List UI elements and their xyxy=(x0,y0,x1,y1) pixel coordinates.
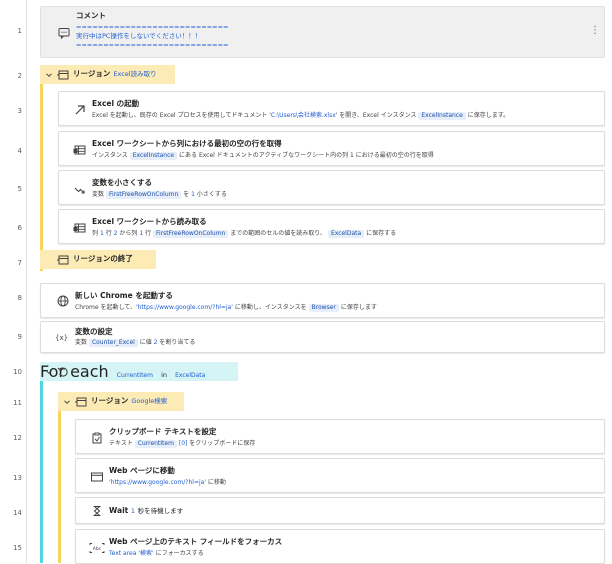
action-focus-text-field[interactable]: Abc Web ページ上のテキスト フィールドをフォーカス Text area … xyxy=(75,529,605,564)
action-go-to-web-page[interactable]: Web ページに移動 'https://www.google.com/?hl=j… xyxy=(75,458,605,493)
variable-chip[interactable]: Browser xyxy=(308,304,339,312)
variable-chip[interactable]: Counter_Excel xyxy=(88,339,138,347)
action-title: Excel の起動 xyxy=(92,99,140,108)
loop-bar xyxy=(40,362,43,563)
variable-chip[interactable]: ExcelInstance xyxy=(129,152,178,160)
excel-sheet-icon xyxy=(73,221,87,235)
action-description: インスタンス ExcelInstance にある Excel ドキュメントのアク… xyxy=(92,152,434,160)
line-number: 4 xyxy=(17,147,22,155)
action-description: Chrome を起動して、'https://www.google.com/?hl… xyxy=(75,304,377,312)
line-number: 3 xyxy=(17,107,22,115)
loop-icon xyxy=(56,365,70,379)
line-number: 11 xyxy=(13,399,22,407)
action-description: 列 1 行 2 から列 1 行 FirstFreeRowOnColumn までの… xyxy=(92,230,397,238)
region-name: Google検索 xyxy=(131,397,168,405)
loop-for-each[interactable]: For each CurrentItem in ExcelData xyxy=(40,362,238,381)
action-title: クリップボード テキストを設定 xyxy=(109,427,217,436)
action-read-worksheet[interactable]: Excel ワークシートから読み取る 列 1 行 2 から列 1 行 First… xyxy=(58,209,605,244)
variable-icon: {x} xyxy=(55,334,69,342)
globe-icon xyxy=(56,294,70,308)
comment-line-2: 実行中はPC操作をしないでください！！！ xyxy=(76,32,202,40)
action-excel-launch[interactable]: Excel の起動 Excel を起動し、既存の Excel プロセスを使用して… xyxy=(58,91,605,126)
action-title: 新しい Chrome を起動する xyxy=(75,291,173,300)
action-title: Web ページに移動 xyxy=(109,466,175,475)
svg-text:Abc: Abc xyxy=(93,546,102,552)
comment-line-1: ============================ xyxy=(76,23,229,31)
text-field-icon: Abc xyxy=(89,541,105,555)
chevron-down-icon[interactable] xyxy=(45,71,53,79)
action-set-variable[interactable]: {x} 変数の設定 変数 Counter_Excel に値 2 を割り当てる xyxy=(40,321,605,353)
action-set-clipboard[interactable]: クリップボード テキストを設定 テキスト CurrentItem [0] をクリ… xyxy=(75,419,605,454)
action-title: Excel ワークシートから列における最初の空の行を取得 xyxy=(92,139,282,148)
region-icon xyxy=(74,395,88,409)
region-bar xyxy=(58,392,61,563)
line-number: 6 xyxy=(17,224,22,232)
line-number: 2 xyxy=(17,72,22,80)
line-number: 14 xyxy=(13,509,22,517)
action-wait[interactable]: Wait 1 秒を待機します xyxy=(75,497,605,524)
action-description: テキスト CurrentItem [0] をクリップボードに保存 xyxy=(109,440,256,448)
variable-chip[interactable]: CurrentItem xyxy=(114,372,156,380)
variable-chip[interactable]: ExcelData xyxy=(172,372,208,380)
line-number: 5 xyxy=(17,185,22,193)
line-number: 12 xyxy=(13,434,22,442)
browser-window-icon xyxy=(90,470,104,484)
comment-title: コメント xyxy=(76,11,106,20)
action-title: Web ページ上のテキスト フィールドをフォーカス xyxy=(109,537,283,546)
line-number: 1 xyxy=(17,27,22,35)
region-end-label: リージョンの終了 xyxy=(73,254,133,263)
region-header-google[interactable]: リージョン Google検索 xyxy=(58,392,184,411)
region-header-excel[interactable]: リージョン Excel読み取り xyxy=(40,65,175,84)
variable-chip[interactable]: FirstFreeRowOnColumn xyxy=(105,191,182,199)
comment-action[interactable]: コメント ============================ 実行中はPC… xyxy=(40,6,605,58)
action-title: Excel ワークシートから読み取る xyxy=(92,217,207,226)
action-title: 変数を小さくする xyxy=(92,178,152,187)
line-number: 8 xyxy=(17,294,22,302)
more-options-icon[interactable]: ⋮ xyxy=(590,26,600,36)
region-name: Excel読み取り xyxy=(113,70,157,78)
line-number: 9 xyxy=(17,333,22,341)
line-number: 13 xyxy=(13,474,22,482)
trend-down-icon xyxy=(73,183,87,197)
chevron-down-icon[interactable] xyxy=(45,368,53,376)
line-number: 7 xyxy=(17,259,22,267)
excel-sheet-icon xyxy=(73,143,87,157)
comment-line-3: ============================ xyxy=(76,41,229,49)
variable-chip[interactable]: ExcelInstance xyxy=(418,112,466,120)
region-icon xyxy=(56,253,70,267)
line-number-gutter: 1 2 3 4 5 6 7 8 9 10 11 12 13 14 15 xyxy=(0,0,27,563)
region-keyword: リージョン xyxy=(73,69,111,78)
region-icon xyxy=(56,68,70,82)
action-description: Text area '検索' にフォーカスする xyxy=(109,550,204,557)
hourglass-icon xyxy=(90,504,104,518)
clipboard-icon xyxy=(90,431,104,445)
variable-chip[interactable]: CurrentItem xyxy=(134,440,177,448)
region-end[interactable]: リージョンの終了 xyxy=(40,250,156,269)
comment-icon xyxy=(57,26,71,40)
action-description: 変数 FirstFreeRowOnColumn を 1 小さくする xyxy=(92,191,227,199)
action-launch-chrome[interactable]: 新しい Chrome を起動する Chrome を起動して、'https://w… xyxy=(40,283,605,318)
variable-chip[interactable]: FirstFreeRowOnColumn xyxy=(153,230,229,238)
region-keyword: リージョン xyxy=(91,396,129,405)
line-number: 15 xyxy=(13,544,22,552)
line-number: 10 xyxy=(13,368,22,376)
action-decrease-variable[interactable]: 変数を小さくする 変数 FirstFreeRowOnColumn を 1 小さく… xyxy=(58,170,605,205)
action-title: Wait 1 秒を待機します xyxy=(109,506,184,515)
action-title: 変数の設定 xyxy=(75,327,113,336)
action-description: 変数 Counter_Excel に値 2 を割り当てる xyxy=(75,339,196,347)
action-get-first-free-row[interactable]: Excel ワークシートから列における最初の空の行を取得 インスタンス Exce… xyxy=(58,131,605,166)
arrow-up-right-icon xyxy=(73,103,87,117)
chevron-down-icon[interactable] xyxy=(63,398,71,406)
action-description: 'https://www.google.com/?hl=ja' に移動 xyxy=(109,479,226,486)
region-bar xyxy=(40,66,43,271)
action-description: Excel を起動し、既存の Excel プロセスを使用してドキュメント 'C:… xyxy=(92,112,510,120)
variable-chip[interactable]: ExcelData xyxy=(327,230,365,238)
